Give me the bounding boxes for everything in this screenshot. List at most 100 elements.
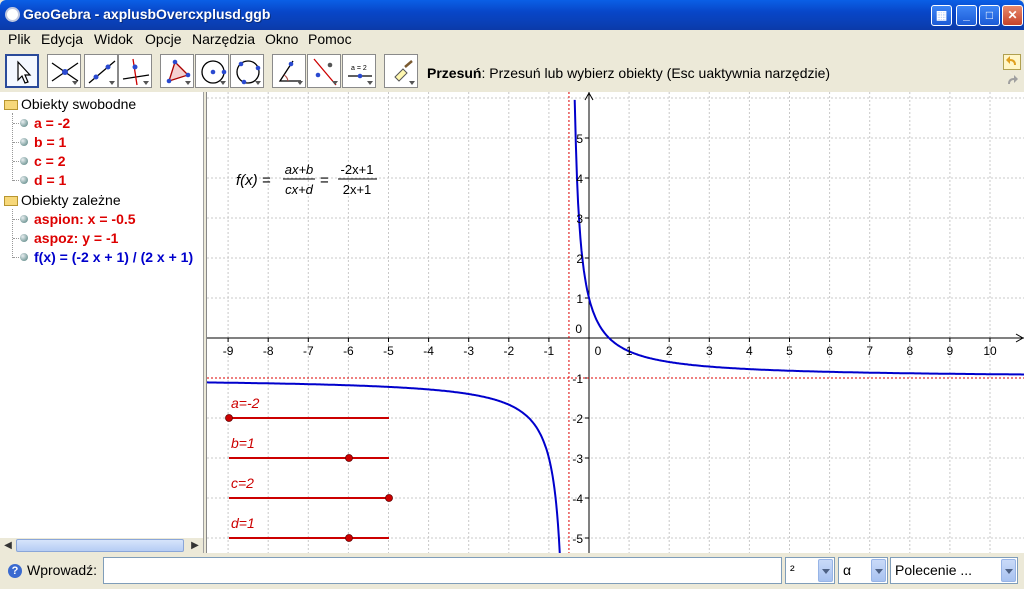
help-icon[interactable]: ?: [8, 564, 22, 578]
scroll-left-icon[interactable]: ◀: [1, 539, 15, 552]
slider-label: c=2: [231, 475, 254, 491]
algebra-item-label: f(x) = (-2 x + 1) / (2 x + 1): [34, 249, 194, 265]
formula-equals: =: [320, 172, 329, 189]
menu-pomoc[interactable]: Pomoc: [308, 31, 352, 47]
chevron-down-icon[interactable]: [818, 559, 833, 582]
algebra-item-aspion[interactable]: aspion: x = -0.5: [20, 211, 136, 227]
polygon-tool[interactable]: [160, 54, 194, 88]
x-tick-label: 8: [906, 344, 913, 358]
formula-numerator-value: -2x+1: [341, 162, 374, 177]
algebra-item-label: aspion: x = -0.5: [34, 211, 136, 227]
formula-denominator-symbolic: cx+d: [285, 182, 314, 197]
slider-b[interactable]: b=1: [229, 435, 389, 462]
dependent-objects-folder[interactable]: Obiekty zależne: [4, 192, 121, 208]
move-tool[interactable]: [5, 54, 39, 88]
visibility-dot-icon[interactable]: [20, 157, 28, 165]
algebra-item-f[interactable]: f(x) = (-2 x + 1) / (2 x + 1): [20, 249, 193, 265]
y-tick-label: -2: [572, 412, 583, 426]
menu-plik[interactable]: Plik: [8, 31, 31, 47]
superscript-combo[interactable]: ²: [785, 557, 835, 584]
y-tick-label: 2: [576, 252, 583, 266]
algebra-item-d[interactable]: d = 1: [20, 172, 66, 188]
minimize-button[interactable]: _: [956, 5, 977, 26]
y-tick-label: 0: [575, 322, 582, 336]
algebra-item-aspoz[interactable]: aspoz: y = -1: [20, 230, 118, 246]
visibility-dot-icon[interactable]: [20, 253, 28, 261]
x-tick-label: -3: [463, 344, 474, 358]
scroll-thumb[interactable]: [16, 539, 184, 552]
formula-denominator-value: 2x+1: [343, 182, 372, 197]
visibility-dot-icon[interactable]: [20, 138, 28, 146]
formula-text[interactable]: f(x) = ax+b cx+d = -2x+1 2x+1: [236, 162, 377, 197]
slider-a[interactable]: a=-2: [225, 395, 390, 422]
formula-fx: f(x) =: [236, 172, 271, 189]
reflect-tool[interactable]: [307, 54, 341, 88]
angle-tool[interactable]: [272, 54, 306, 88]
x-tick-label: -9: [223, 344, 234, 358]
greek-value: α: [843, 562, 852, 578]
slider-c[interactable]: c=2: [229, 475, 393, 502]
menu-okno[interactable]: Okno: [265, 31, 298, 47]
perpendicular-tool[interactable]: [118, 54, 152, 88]
close-button[interactable]: ✕: [1002, 5, 1023, 26]
slider-knob[interactable]: [345, 454, 353, 462]
graphics-view[interactable]: -9 -8 -7 -6 -5 -4 -3 -2 -1 0 1 2 3 4 5 6 7 8 9 10 5 4 3 2 1 0 -1 -2…: [207, 92, 1024, 553]
visibility-dot-icon[interactable]: [20, 176, 28, 184]
y-tick-label: 5: [576, 132, 583, 146]
menu-opcje[interactable]: Opcje: [145, 31, 182, 47]
intersect-tool[interactable]: [47, 54, 81, 88]
slider-d[interactable]: d=1: [229, 515, 389, 542]
slider-tool[interactable]: a = 2: [342, 54, 376, 88]
redo-icon[interactable]: [1003, 73, 1021, 89]
command-value: Polecenie ...: [895, 562, 973, 578]
algebra-item-label: d = 1: [34, 172, 67, 188]
slider-knob[interactable]: [345, 534, 353, 542]
slider-knob[interactable]: [385, 494, 393, 502]
chevron-down-icon[interactable]: [871, 559, 886, 582]
algebra-item-c[interactable]: c = 2: [20, 153, 66, 169]
maximize-button[interactable]: □: [979, 5, 1000, 26]
x-tick-label: 3: [706, 344, 713, 358]
move-graphics-tool[interactable]: [384, 54, 418, 88]
menu-widok[interactable]: Widok: [94, 31, 133, 47]
title-bar[interactable]: GeoGebra - axplusbOvercxplusd.ggb ▦ _ □ …: [0, 0, 1024, 30]
algebra-item-a[interactable]: a = -2: [20, 115, 70, 131]
arrow-cursor-icon: [17, 60, 32, 84]
function-graph-right-branch[interactable]: [573, 99, 1024, 376]
input-field[interactable]: [103, 557, 782, 584]
free-objects-folder[interactable]: Obiekty swobodne: [4, 96, 136, 112]
graphics-canvas[interactable]: -9 -8 -7 -6 -5 -4 -3 -2 -1 0 1 2 3 4 5 6 7 8 9 10543210-1-2…: [207, 92, 1024, 553]
toolbar: a = 2 Przesuń: Przesuń lub wybierz obiek…: [0, 50, 1024, 92]
x-tick-label: 5: [786, 344, 793, 358]
visibility-dot-icon[interactable]: [20, 119, 28, 127]
x-tick-label: -7: [303, 344, 314, 358]
circle-tool[interactable]: [195, 54, 229, 88]
slider-label: d=1: [231, 515, 255, 531]
menu-edycja[interactable]: Edycja: [41, 31, 83, 47]
y-tick-label: 1: [576, 292, 583, 306]
command-combo[interactable]: Polecenie ...: [890, 557, 1018, 584]
input-bar: ? Wprowadź: ² α Polecenie ...: [0, 553, 1024, 589]
grid-view-button[interactable]: ▦: [931, 5, 952, 26]
circle-three-points-tool[interactable]: [230, 54, 264, 88]
line-tool[interactable]: [84, 54, 118, 88]
superscript-value: ²: [790, 562, 795, 578]
slider-label: b=1: [231, 435, 255, 451]
chevron-down-icon[interactable]: [1001, 559, 1016, 582]
algebra-horizontal-scrollbar[interactable]: ◀ ▶: [0, 538, 203, 553]
sliders[interactable]: a=-2 b=1 c=2 d=1: [225, 395, 393, 542]
undo-icon[interactable]: [1003, 54, 1021, 70]
y-tick-label: 3: [576, 212, 583, 226]
visibility-dot-icon[interactable]: [20, 215, 28, 223]
folder-icon: [4, 100, 18, 110]
x-tick-label: 4: [746, 344, 753, 358]
menu-narzedzia[interactable]: Narzędzia: [192, 31, 255, 47]
visibility-dot-icon[interactable]: [20, 234, 28, 242]
y-tick-label: 4: [576, 172, 583, 186]
slider-knob[interactable]: [225, 414, 233, 422]
algebra-item-b[interactable]: b = 1: [20, 134, 66, 150]
greek-combo[interactable]: α: [838, 557, 888, 584]
scroll-right-icon[interactable]: ▶: [188, 539, 202, 552]
function-graph-left-branch[interactable]: [207, 381, 562, 553]
x-tick-label: -1: [544, 344, 555, 358]
